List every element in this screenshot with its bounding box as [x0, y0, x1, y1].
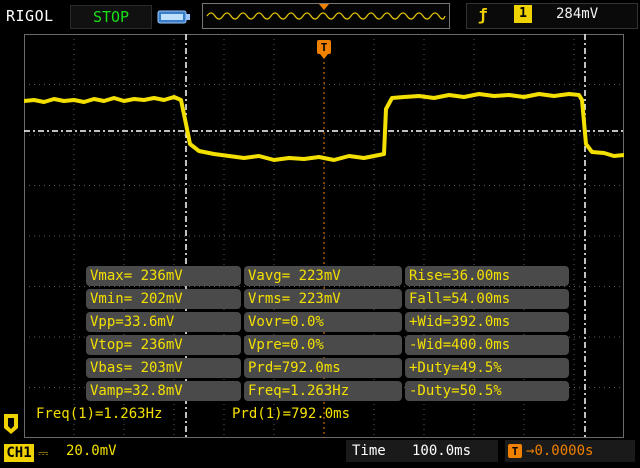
- channel-1-ground-marker[interactable]: [4, 414, 18, 434]
- measurement-vmax: Vmax= 236mV: [86, 266, 241, 286]
- run-stop-indicator[interactable]: STOP: [70, 5, 152, 29]
- measurement-frequency: Freq=1.263Hz: [244, 381, 402, 401]
- trigger-offset-value[interactable]: →0.0000s: [526, 443, 593, 459]
- footer-period-readout: Prd(1)=792.0ms: [232, 406, 351, 422]
- measurement-plus-duty: +Duty=49.5%: [405, 358, 569, 378]
- measurement-fall: Fall=54.00ms: [405, 289, 569, 309]
- measurement-vovr: Vovr=0.0%: [244, 312, 402, 332]
- trigger-level-value: 284mV: [556, 6, 599, 22]
- battery-icon: [157, 10, 190, 24]
- trigger-offset-icon: T: [508, 444, 522, 458]
- trigger-offset-number: 0.0000s: [534, 443, 594, 459]
- measurement-vavg: Vavg= 223mV: [244, 266, 402, 286]
- measurement-vbas: Vbas= 203mV: [86, 358, 241, 378]
- measurement-plus-width: +Wid=392.0ms: [405, 312, 569, 332]
- memory-waveform-overview[interactable]: [202, 3, 450, 29]
- brand-label: RIGOL: [6, 7, 54, 25]
- measurement-vpre: Vpre=0.0%: [244, 335, 402, 355]
- time-label: Time: [352, 443, 386, 459]
- vertical-scale-value[interactable]: 20.0mV: [66, 443, 117, 459]
- rising-edge-icon: ƒ: [478, 5, 488, 24]
- measurement-period: Prd=792.0ms: [244, 358, 402, 378]
- measurement-vtop: Vtop= 236mV: [86, 335, 241, 355]
- measurement-minus-duty: -Duty=50.5%: [405, 381, 569, 401]
- channel-1-badge[interactable]: CH1: [4, 444, 34, 462]
- measurement-minus-width: -Wid=400.0ms: [405, 335, 569, 355]
- footer-frequency-readout: Freq(1)=1.263Hz: [36, 406, 163, 422]
- timebase-value[interactable]: 100.0ms: [412, 443, 471, 459]
- measurement-vmin: Vmin= 202mV: [86, 289, 241, 309]
- measurement-rise: Rise=36.00ms: [405, 266, 569, 286]
- trigger-position-marker[interactable]: T: [317, 40, 331, 59]
- measurement-vrms: Vrms= 223mV: [244, 289, 402, 309]
- measurement-vamp: Vamp=32.8mV: [86, 381, 241, 401]
- svg-text:T: T: [321, 41, 328, 54]
- measurement-vpp: Vpp=33.6mV: [86, 312, 241, 332]
- svg-text:T: T: [512, 445, 519, 458]
- dc-coupling-icon: ⎓: [38, 446, 49, 461]
- trigger-source-badge: 1: [514, 5, 532, 23]
